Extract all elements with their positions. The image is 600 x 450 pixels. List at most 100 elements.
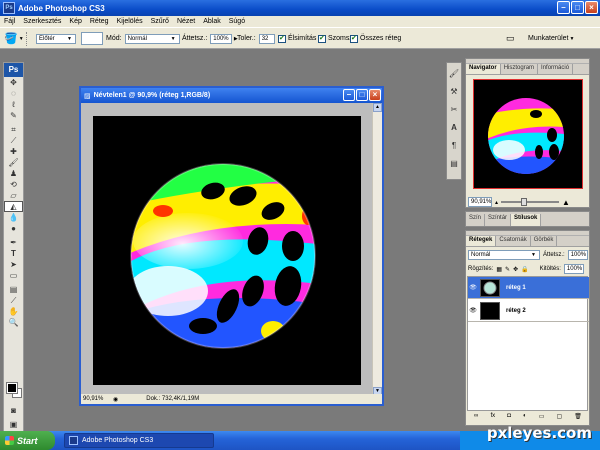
- minimize-icon[interactable]: –: [557, 1, 570, 14]
- adjustment-layer-icon[interactable]: ◐: [523, 413, 527, 423]
- hand-tool-icon[interactable]: ✋: [4, 306, 23, 317]
- lock-transparency-icon[interactable]: ▦: [496, 266, 502, 273]
- healing-tool-icon[interactable]: ✚: [4, 146, 23, 157]
- eraser-tool-icon[interactable]: ▱: [4, 190, 23, 201]
- navigator-preview[interactable]: [473, 79, 583, 189]
- document-zoom[interactable]: 90,91%: [81, 396, 109, 402]
- layer-name: réteg 2: [506, 307, 526, 314]
- mode-select[interactable]: Normál ▼: [124, 33, 180, 44]
- canvas[interactable]: [93, 116, 361, 385]
- zoom-in-icon[interactable]: ▲: [562, 198, 570, 207]
- menu-view[interactable]: Nézet: [177, 18, 195, 25]
- menu-filter[interactable]: Szűrő: [151, 18, 169, 25]
- blur-tool-icon[interactable]: 💧: [4, 212, 23, 223]
- quick-mask-icon[interactable]: ◙: [4, 405, 23, 416]
- menu-help[interactable]: Súgó: [229, 18, 245, 25]
- slice-tool-icon[interactable]: ⟋: [4, 135, 23, 146]
- layer-opacity-input[interactable]: 100%: [567, 250, 588, 260]
- new-layer-icon[interactable]: ▢: [556, 413, 562, 423]
- tolerance-input[interactable]: 32: [258, 33, 275, 44]
- doc-close-icon[interactable]: ×: [369, 89, 381, 101]
- clone-stamp-tool-icon[interactable]: ♟: [4, 168, 23, 179]
- navigator-zoom-slider[interactable]: [501, 198, 560, 206]
- visibility-eye-icon[interactable]: 👁: [468, 284, 478, 291]
- layer-style-icon[interactable]: fx: [490, 413, 495, 423]
- all-layers-checkbox[interactable]: [350, 34, 358, 43]
- dodge-tool-icon[interactable]: ●: [4, 223, 23, 234]
- tool-preset-picker[interactable]: 🪣 ▼: [4, 32, 25, 45]
- delete-layer-icon[interactable]: 🗑: [574, 413, 582, 423]
- actions-icon[interactable]: ▤: [447, 157, 461, 171]
- lock-position-icon[interactable]: ✥: [513, 266, 518, 273]
- path-select-tool-icon[interactable]: ➤: [4, 259, 23, 270]
- palette-well-icon[interactable]: ▭: [506, 32, 515, 45]
- eyedropper-tool-icon[interactable]: ⟋: [4, 295, 23, 306]
- scroll-up-icon[interactable]: ▲: [373, 103, 382, 112]
- document-titlebar[interactable]: ▨ Névtelen1 @ 90,9% (réteg 1,RGB/8) – □ …: [81, 88, 382, 103]
- visibility-eye-icon[interactable]: 👁: [468, 307, 478, 314]
- shape-tool-icon[interactable]: ▭: [4, 270, 23, 281]
- start-button[interactable]: Start: [0, 431, 55, 450]
- status-menu-icon[interactable]: ◉: [113, 396, 118, 403]
- move-tool-icon[interactable]: ✥: [4, 77, 23, 88]
- brush-tool-icon[interactable]: 🖌: [4, 157, 23, 168]
- paragraph-icon[interactable]: ¶: [447, 139, 461, 153]
- menu-select[interactable]: Kijelölés: [117, 18, 143, 25]
- menu-edit[interactable]: Szerkesztés: [23, 18, 61, 25]
- menu-file[interactable]: Fájl: [4, 18, 15, 25]
- tab-info[interactable]: Információ: [538, 64, 574, 74]
- menu-image[interactable]: Kép: [69, 18, 81, 25]
- tab-styles[interactable]: Stílusok: [511, 214, 542, 226]
- lasso-tool-icon[interactable]: ℓ: [4, 99, 23, 110]
- layer-row[interactable]: 👁 réteg 2: [468, 300, 589, 322]
- doc-minimize-icon[interactable]: –: [343, 89, 355, 101]
- contiguous-checkbox[interactable]: [318, 34, 326, 43]
- quick-select-tool-icon[interactable]: ✎: [4, 110, 23, 121]
- layer-mask-icon[interactable]: ◘: [507, 413, 511, 423]
- close-icon[interactable]: ×: [585, 1, 598, 14]
- character-icon[interactable]: A: [447, 121, 461, 135]
- zoom-out-icon[interactable]: ▴: [495, 199, 498, 206]
- workspace-button[interactable]: Munkaterület ▼: [528, 32, 575, 45]
- layer-comps-icon[interactable]: ✂: [447, 103, 461, 117]
- tab-navigator[interactable]: Navigator: [466, 64, 501, 74]
- pen-tool-icon[interactable]: ✒: [4, 237, 23, 248]
- tab-layers[interactable]: Rétegek: [466, 236, 497, 246]
- link-layers-icon[interactable]: ∞: [474, 413, 478, 423]
- opacity-input[interactable]: 100%: [210, 33, 233, 44]
- maximize-icon[interactable]: □: [571, 1, 584, 14]
- photoshop-logo[interactable]: Ps: [4, 63, 23, 77]
- tab-color[interactable]: Szín: [466, 214, 486, 226]
- tab-channels[interactable]: Csatornák: [496, 236, 531, 246]
- layer-thumbnail: [480, 301, 500, 320]
- marquee-tool-icon[interactable]: ◌: [4, 88, 23, 99]
- type-tool-icon[interactable]: T: [4, 248, 23, 259]
- brushes-icon[interactable]: 🖌: [447, 67, 461, 81]
- menu-layer[interactable]: Réteg: [90, 18, 109, 25]
- navigator-zoom-input[interactable]: 90,91%: [468, 197, 492, 207]
- fill-source-select[interactable]: Előtér ▼: [36, 33, 76, 44]
- tab-swatches[interactable]: Színtár: [485, 214, 512, 226]
- menu-window[interactable]: Ablak: [203, 18, 221, 25]
- crop-tool-icon[interactable]: ⌗: [4, 124, 23, 135]
- doc-maximize-icon[interactable]: □: [356, 89, 368, 101]
- lock-pixels-icon[interactable]: ✎: [505, 266, 510, 273]
- tab-curves[interactable]: Görbék: [531, 236, 558, 246]
- screen-mode-icon[interactable]: ▣: [4, 419, 23, 430]
- foreground-color-swatch[interactable]: [6, 382, 18, 394]
- zoom-tool-icon[interactable]: 🔍: [4, 317, 23, 328]
- new-group-icon[interactable]: ▭: [539, 413, 545, 423]
- notes-tool-icon[interactable]: ▤: [4, 284, 23, 295]
- layer-row[interactable]: 👁 réteg 1: [468, 277, 589, 299]
- tab-histogram[interactable]: Hisztogram: [501, 64, 539, 74]
- taskbar-photoshop-button[interactable]: Adobe Photoshop CS3: [64, 433, 214, 448]
- fill-input[interactable]: 100%: [563, 264, 584, 274]
- pattern-picker[interactable]: [81, 32, 103, 45]
- antialias-checkbox[interactable]: [278, 34, 286, 43]
- tool-presets-icon[interactable]: ⚒: [447, 85, 461, 99]
- lock-all-icon[interactable]: 🔒: [521, 266, 528, 273]
- document-scrollbar[interactable]: ▲ ▼: [372, 103, 382, 396]
- history-brush-tool-icon[interactable]: ⟲: [4, 179, 23, 190]
- paint-bucket-tool-icon[interactable]: ◭: [4, 201, 23, 212]
- blend-mode-select[interactable]: Normál ▼: [468, 250, 540, 260]
